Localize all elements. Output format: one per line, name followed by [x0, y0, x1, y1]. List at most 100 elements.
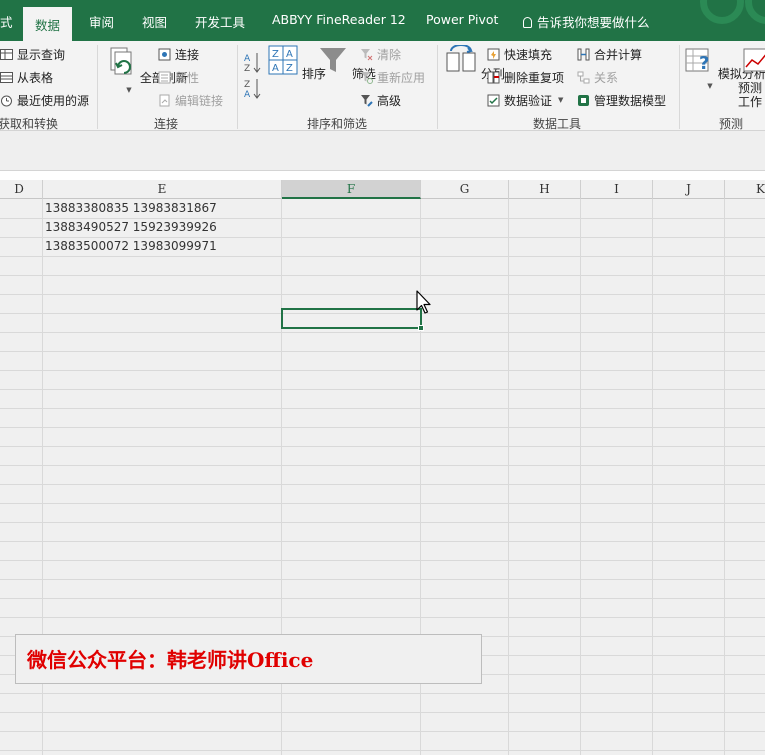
title-decoration-ring	[745, 0, 765, 24]
column-header-g[interactable]: G	[421, 180, 509, 199]
gridline	[0, 484, 765, 485]
active-cell-selection[interactable]	[281, 308, 422, 329]
gridline	[0, 275, 765, 276]
advanced-filter-button[interactable]: 高级	[360, 90, 401, 110]
lightbulb-icon	[523, 17, 532, 28]
tab-view[interactable]: 视图	[142, 12, 167, 36]
cell-e2[interactable]: 13883490527 15923939926	[45, 218, 217, 237]
chevron-down-icon: ▼	[707, 82, 713, 90]
group-label-sort-filter: 排序和筛选	[307, 117, 368, 131]
gridline	[0, 503, 765, 504]
gridline	[0, 332, 765, 333]
gridline	[0, 370, 765, 371]
gridline	[580, 199, 581, 755]
gridline	[0, 750, 765, 751]
group-separator	[237, 45, 238, 129]
connections-button[interactable]: 连接	[158, 44, 199, 64]
relationships-button[interactable]: 关系	[577, 67, 618, 87]
show-queries-label: 显示查询	[17, 47, 66, 62]
column-header-d[interactable]: D	[0, 180, 43, 199]
gridline	[0, 560, 765, 561]
sort-ascending-icon[interactable]: AZ ZA	[244, 49, 262, 99]
mouse-pointer-icon	[416, 290, 431, 314]
forecast-chart-icon	[743, 48, 765, 72]
gridline	[0, 446, 765, 447]
data-validation-label: 数据验证	[504, 93, 553, 108]
tab-data[interactable]: 数据	[23, 7, 73, 41]
remove-duplicates-label: 删除重复项	[504, 70, 565, 85]
gridline	[0, 408, 765, 409]
refresh-all-button[interactable]: 全部刷新 ▼	[104, 45, 188, 94]
svg-text:?: ?	[699, 53, 709, 74]
gridline	[0, 598, 765, 599]
forecast-sheet-label-1: 预测	[738, 81, 763, 95]
what-if-analysis-button[interactable]: ? 模拟分析 ▼	[684, 45, 765, 90]
tell-me-search[interactable]: 告诉我你想要做什么	[523, 12, 650, 36]
svg-text:Z: Z	[244, 80, 250, 90]
show-queries-button[interactable]: 显示查询	[0, 44, 65, 64]
svg-text:Z: Z	[272, 49, 279, 60]
sort-button[interactable]: ZA AZ 排序	[268, 45, 326, 82]
cell-e3[interactable]: 13883500072 13983099971	[45, 237, 217, 256]
gridline	[0, 693, 765, 694]
gridline	[652, 199, 653, 755]
column-header-k[interactable]: K	[725, 180, 765, 199]
remove-duplicates-button[interactable]: 删除重复项	[487, 67, 564, 87]
group-label-data-tools: 数据工具	[533, 117, 582, 131]
relationships-label: 关系	[594, 70, 619, 85]
data-validation-icon	[487, 94, 500, 106]
svg-text:A: A	[244, 54, 251, 64]
flash-fill-label: 快速填充	[504, 47, 553, 62]
title-decoration-ring	[700, 0, 744, 24]
gridline	[0, 389, 765, 390]
edit-links-label: 编辑链接	[175, 93, 224, 108]
gridline	[0, 712, 765, 713]
funnel-icon	[320, 48, 346, 72]
tab-power-pivot[interactable]: Power Pivot	[426, 12, 498, 36]
text-to-columns-button[interactable]: 分列	[445, 44, 505, 82]
edit-links-button[interactable]: 编辑链接	[158, 90, 223, 110]
column-header-f[interactable]: F	[282, 180, 421, 199]
fill-handle[interactable]	[418, 325, 424, 331]
manage-data-model-button[interactable]: 管理数据模型	[577, 90, 666, 110]
formula-bar-area	[0, 131, 765, 171]
reapply-button[interactable]: 重新应用	[360, 67, 425, 87]
flash-fill-icon	[487, 48, 500, 60]
gridline	[0, 579, 765, 580]
clear-filter-button[interactable]: 清除	[360, 44, 401, 64]
clear-filter-icon	[361, 48, 373, 60]
properties-button[interactable]: 属性	[158, 67, 199, 87]
column-header-h[interactable]: H	[509, 180, 581, 199]
watermark-textbox: 微信公众平台：韩老师讲Office	[15, 634, 482, 684]
gridline	[0, 294, 765, 295]
filter-button[interactable]: 筛选	[318, 45, 376, 82]
what-if-icon: ?	[685, 48, 709, 74]
gridline	[0, 465, 765, 466]
consolidate-button[interactable]: 合并计算	[577, 44, 642, 64]
group-label-forecast: 预测	[719, 117, 744, 131]
column-header-j[interactable]: J	[653, 180, 725, 199]
from-table-button[interactable]: 从表格	[0, 67, 53, 87]
properties-icon	[158, 71, 171, 83]
connections-label: 连接	[175, 47, 200, 62]
recent-sources-button[interactable]: 最近使用的源	[0, 90, 89, 110]
gridline	[0, 427, 765, 428]
tab-developer[interactable]: 开发工具	[195, 12, 245, 36]
forecast-sheet-button[interactable]: 预测 工作	[738, 45, 765, 109]
chevron-down-icon: ▼	[126, 86, 132, 94]
reapply-icon	[361, 71, 373, 84]
flash-fill-button[interactable]: 快速填充	[487, 44, 552, 64]
tab-formulas-partial[interactable]: 式	[0, 12, 13, 36]
cell-e1[interactable]: 13883380835 13983831867	[45, 199, 217, 218]
svg-text:A: A	[286, 49, 293, 60]
tab-review[interactable]: 审阅	[89, 12, 114, 36]
gridline	[0, 731, 765, 732]
chevron-down-icon: ▼	[558, 96, 564, 104]
remove-duplicates-icon	[487, 71, 500, 83]
data-validation-button[interactable]: 数据验证 ▼	[487, 90, 563, 110]
column-header-e[interactable]: E	[43, 180, 282, 199]
tab-abbyy[interactable]: ABBYY FineReader 12	[272, 12, 406, 36]
recent-sources-label: 最近使用的源	[17, 93, 90, 108]
group-separator	[679, 45, 680, 129]
column-header-i[interactable]: I	[581, 180, 653, 199]
